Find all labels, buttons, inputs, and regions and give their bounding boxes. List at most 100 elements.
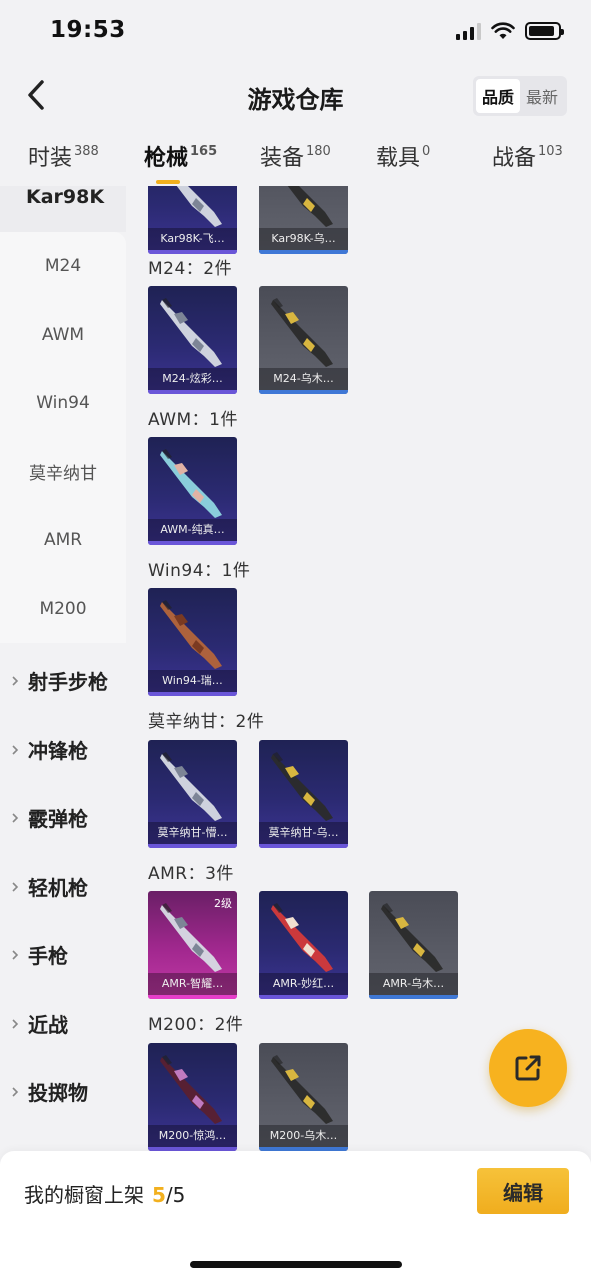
- tab-firearms[interactable]: 枪械 165: [144, 140, 218, 184]
- tab-vehicles[interactable]: 载具 0: [376, 140, 430, 172]
- section-label: 莫辛纳甘：2件: [148, 712, 265, 732]
- share-button[interactable]: [489, 1029, 567, 1107]
- rifle-icon: [176, 186, 222, 227]
- level-badge: 2级: [214, 897, 232, 910]
- weapon-name: M200-乌木…: [259, 1125, 348, 1147]
- weapon-name: AMR-妙红…: [259, 973, 348, 995]
- tab-label: 战备: [492, 146, 537, 171]
- weapon-name: M24-乌木…: [259, 368, 348, 390]
- rarity-bar: [148, 995, 237, 999]
- tab-supplies[interactable]: 战备 103: [492, 140, 563, 172]
- rifle-icon: [271, 903, 333, 972]
- sidebar-current[interactable]: Kar98K: [0, 186, 126, 232]
- showcase-total: 5: [172, 1183, 186, 1207]
- weapon-card[interactable]: 莫辛纳甘-乌…: [259, 740, 348, 848]
- edit-button[interactable]: 编辑: [477, 1168, 569, 1214]
- weapon-card[interactable]: Kar98K-飞…: [148, 186, 237, 254]
- weapon-card[interactable]: AMR-乌木…: [369, 891, 458, 999]
- sidebar-item-m24[interactable]: M24: [0, 232, 126, 301]
- tab-count: 103: [538, 144, 563, 159]
- weapon-card[interactable]: M200-惊鸿…: [148, 1043, 237, 1151]
- weapon-card[interactable]: Win94-瑞…: [148, 588, 237, 696]
- sidebar-group-label: 射手步枪: [28, 670, 108, 694]
- rifle-icon: [160, 449, 222, 518]
- sidebar-item-mosin[interactable]: 莫辛纳甘: [0, 438, 126, 507]
- weapon-name: 莫辛纳甘-懵…: [148, 822, 237, 844]
- status-time: 19:53: [50, 17, 126, 43]
- sidebar-group[interactable]: 冲锋枪: [10, 735, 88, 764]
- chevron-right-icon: [12, 744, 19, 755]
- weapon-name: AMR-智耀…: [148, 973, 237, 995]
- sort-option-newest[interactable]: 最新: [520, 79, 564, 113]
- showcase-bar: 我的橱窗上架 5/5 编辑: [0, 1151, 591, 1280]
- tab-label: 时装: [28, 146, 73, 171]
- tab-label: 枪械: [144, 146, 189, 171]
- status-icons: [456, 22, 564, 40]
- rifle-icon: [160, 600, 222, 669]
- sidebar-current-label: Kar98K: [26, 186, 105, 208]
- weapon-grid: Kar98K-飞… Kar98K-乌… M24：2件 M24-炫彩… M24-乌木… AW…: [126, 186, 591, 1151]
- tab-count: 165: [190, 144, 218, 159]
- rifle-icon: [287, 186, 333, 227]
- weapon-card[interactable]: AWM-纯真…: [148, 437, 237, 545]
- weapon-name: 莫辛纳甘-乌…: [259, 822, 348, 844]
- sidebar-item-amr[interactable]: AMR: [0, 506, 126, 575]
- tab-active-indicator: [156, 180, 180, 184]
- sidebar-item-awm[interactable]: AWM: [0, 301, 126, 370]
- sidebar-item-win94[interactable]: Win94: [0, 369, 126, 438]
- sidebar-list: M24 AWM Win94 莫辛纳甘 AMR M200: [0, 232, 126, 643]
- tab-count: 180: [306, 144, 331, 159]
- chevron-right-icon: [12, 812, 19, 823]
- rarity-bar: [259, 250, 348, 254]
- weapon-card[interactable]: Kar98K-乌…: [259, 186, 348, 254]
- sidebar-group-label: 投掷物: [28, 1081, 88, 1105]
- tab-count: 388: [74, 144, 99, 159]
- tab-fashion[interactable]: 时装 388: [28, 140, 99, 172]
- status-bar: 19:53: [0, 0, 591, 64]
- showcase-label: 我的橱窗上架: [24, 1183, 144, 1207]
- section-label: Win94：1件: [148, 561, 251, 581]
- sidebar-item-m200[interactable]: M200: [0, 575, 126, 644]
- header: 游戏仓库 品质 最新: [0, 64, 591, 126]
- weapon-name: Kar98K-乌…: [259, 228, 348, 250]
- weapon-name: AMR-乌木…: [369, 973, 458, 995]
- weapon-card[interactable]: M24-乌木…: [259, 286, 348, 394]
- sidebar-group-label: 霰弹枪: [28, 807, 88, 831]
- showcase-current: 5: [152, 1183, 166, 1207]
- section-label: M200：2件: [148, 1015, 244, 1035]
- sidebar-group[interactable]: 轻机枪: [10, 872, 88, 901]
- rifle-icon: [160, 298, 222, 367]
- sidebar-group[interactable]: 手枪: [10, 940, 68, 969]
- chevron-right-icon: [12, 1086, 19, 1097]
- rarity-bar: [148, 390, 237, 394]
- rifle-icon: [271, 1055, 333, 1124]
- wifi-icon: [491, 22, 515, 39]
- tab-count: 0: [422, 144, 431, 159]
- sidebar-group-label: 手枪: [28, 944, 68, 968]
- weapon-card[interactable]: M200-乌木…: [259, 1043, 348, 1151]
- cellular-signal-icon: [456, 22, 481, 40]
- weapon-name: Kar98K-飞…: [148, 228, 237, 250]
- weapon-card[interactable]: 莫辛纳甘-懵…: [148, 740, 237, 848]
- weapon-name: M24-炫彩…: [148, 368, 237, 390]
- rarity-bar: [148, 692, 237, 696]
- rarity-bar: [259, 844, 348, 848]
- weapon-card[interactable]: 2级 AMR-智耀…: [148, 891, 237, 999]
- rifle-icon: [271, 298, 333, 367]
- rarity-bar: [369, 995, 458, 999]
- category-tabs: 时装 388 枪械 165 装备 180 载具 0 战备 103: [0, 126, 591, 186]
- sidebar-group[interactable]: 近战: [10, 1009, 68, 1038]
- sidebar-group[interactable]: 霰弹枪: [10, 803, 88, 832]
- tab-equipment[interactable]: 装备 180: [260, 140, 331, 172]
- weapon-card[interactable]: AMR-妙红…: [259, 891, 348, 999]
- sidebar-group[interactable]: 投掷物: [10, 1077, 88, 1106]
- chevron-right-icon: [12, 675, 19, 686]
- sidebar-group[interactable]: 射手步枪: [10, 666, 108, 695]
- section-label: AMR：3件: [148, 864, 234, 884]
- sort-toggle: 品质 最新: [472, 76, 567, 116]
- sidebar-group-label: 近战: [28, 1013, 68, 1037]
- weapon-card[interactable]: M24-炫彩…: [148, 286, 237, 394]
- share-external-icon: [515, 1055, 541, 1081]
- sort-option-quality[interactable]: 品质: [475, 79, 520, 113]
- weapon-name: Win94-瑞…: [148, 670, 237, 692]
